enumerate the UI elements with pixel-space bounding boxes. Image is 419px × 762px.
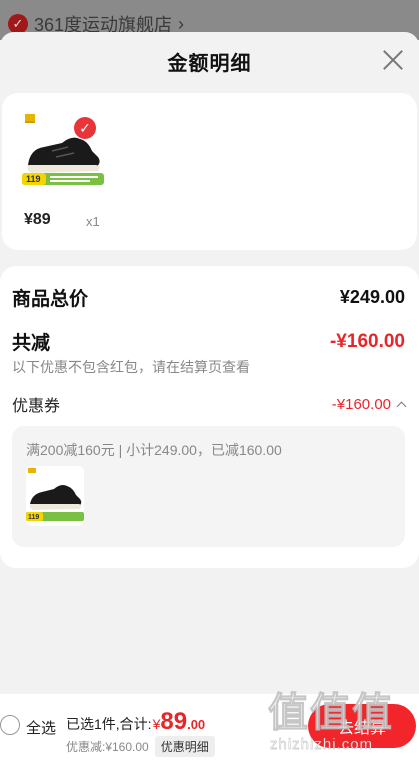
discount-note: 以下优惠不包含红包，请在结算页查看 — [12, 359, 250, 375]
discount-summary-line: 优惠减:¥160.00 优惠明细 — [66, 736, 215, 757]
discount-label: 共减 — [12, 333, 51, 354]
coupon-value-wrap: -¥160.00 — [331, 395, 407, 413]
discount-value: -¥160.00 — [329, 330, 405, 352]
select-all-label[interactable]: 全选 — [26, 717, 56, 738]
price-summary-card: 商品总价 ¥249.00 共减 -¥160.00 以下优惠不包含红包，请在结算页… — [0, 266, 419, 568]
total-amount-integer: 89 — [160, 708, 188, 735]
product-price: ¥89 — [24, 211, 51, 228]
total-currency: ¥ — [152, 716, 161, 732]
price-badge-number: 119 — [26, 174, 41, 184]
checkout-button[interactable]: 去结算 — [308, 704, 416, 748]
product-quantity: x1 — [86, 214, 100, 229]
coupon-badge-number: 119 — [28, 514, 39, 521]
chevron-up-icon[interactable] — [396, 401, 407, 411]
coupon-row[interactable]: 优惠券 -¥160.00 — [12, 392, 407, 416]
total-price-label: 商品总价 — [12, 289, 89, 310]
total-price-row: 商品总价 ¥249.00 — [12, 284, 405, 311]
discount-row: 共减 -¥160.00 — [12, 328, 405, 355]
product-card: 119 ✓ ¥89 x1 — [2, 93, 417, 250]
sheet-header: 金额明细 — [0, 32, 419, 90]
discount-summary-text: 优惠减:¥160.00 — [66, 740, 149, 754]
selected-count-text: 已选1件,合计: — [66, 716, 152, 732]
total-amount-decimal: .00 — [187, 717, 206, 732]
close-icon[interactable] — [379, 46, 407, 74]
coupon-detail-box: 满200减160元 | 小计249.00，已减160.00 119 — [12, 426, 405, 547]
sheet-title: 金额明细 — [167, 52, 252, 75]
selected-check-icon[interactable]: ✓ — [74, 117, 96, 139]
discount-detail-button[interactable]: 优惠明细 — [154, 736, 215, 757]
coupon-product-image: 119 — [26, 466, 84, 526]
total-price-value: ¥249.00 — [339, 287, 405, 307]
checkout-bar: 全选 已选1件,合计: ¥ 89 .00 优惠减:¥160.00 优惠明细 去结… — [0, 694, 419, 762]
coupon-label: 优惠券 — [12, 398, 61, 415]
select-all-radio[interactable] — [0, 715, 20, 735]
amount-detail-sheet: 金额明细 119 ✓ ¥89 x1 商品总价 ¥249.00 共减 -¥160.… — [0, 32, 419, 762]
coupon-value: -¥160.00 — [331, 395, 391, 413]
coupon-detail-text: 满200减160元 | 小计249.00，已减160.00 — [26, 442, 282, 458]
store-check-icon: ✓ — [8, 14, 28, 34]
selected-total-line: 已选1件,合计: ¥ 89 .00 — [66, 708, 205, 736]
